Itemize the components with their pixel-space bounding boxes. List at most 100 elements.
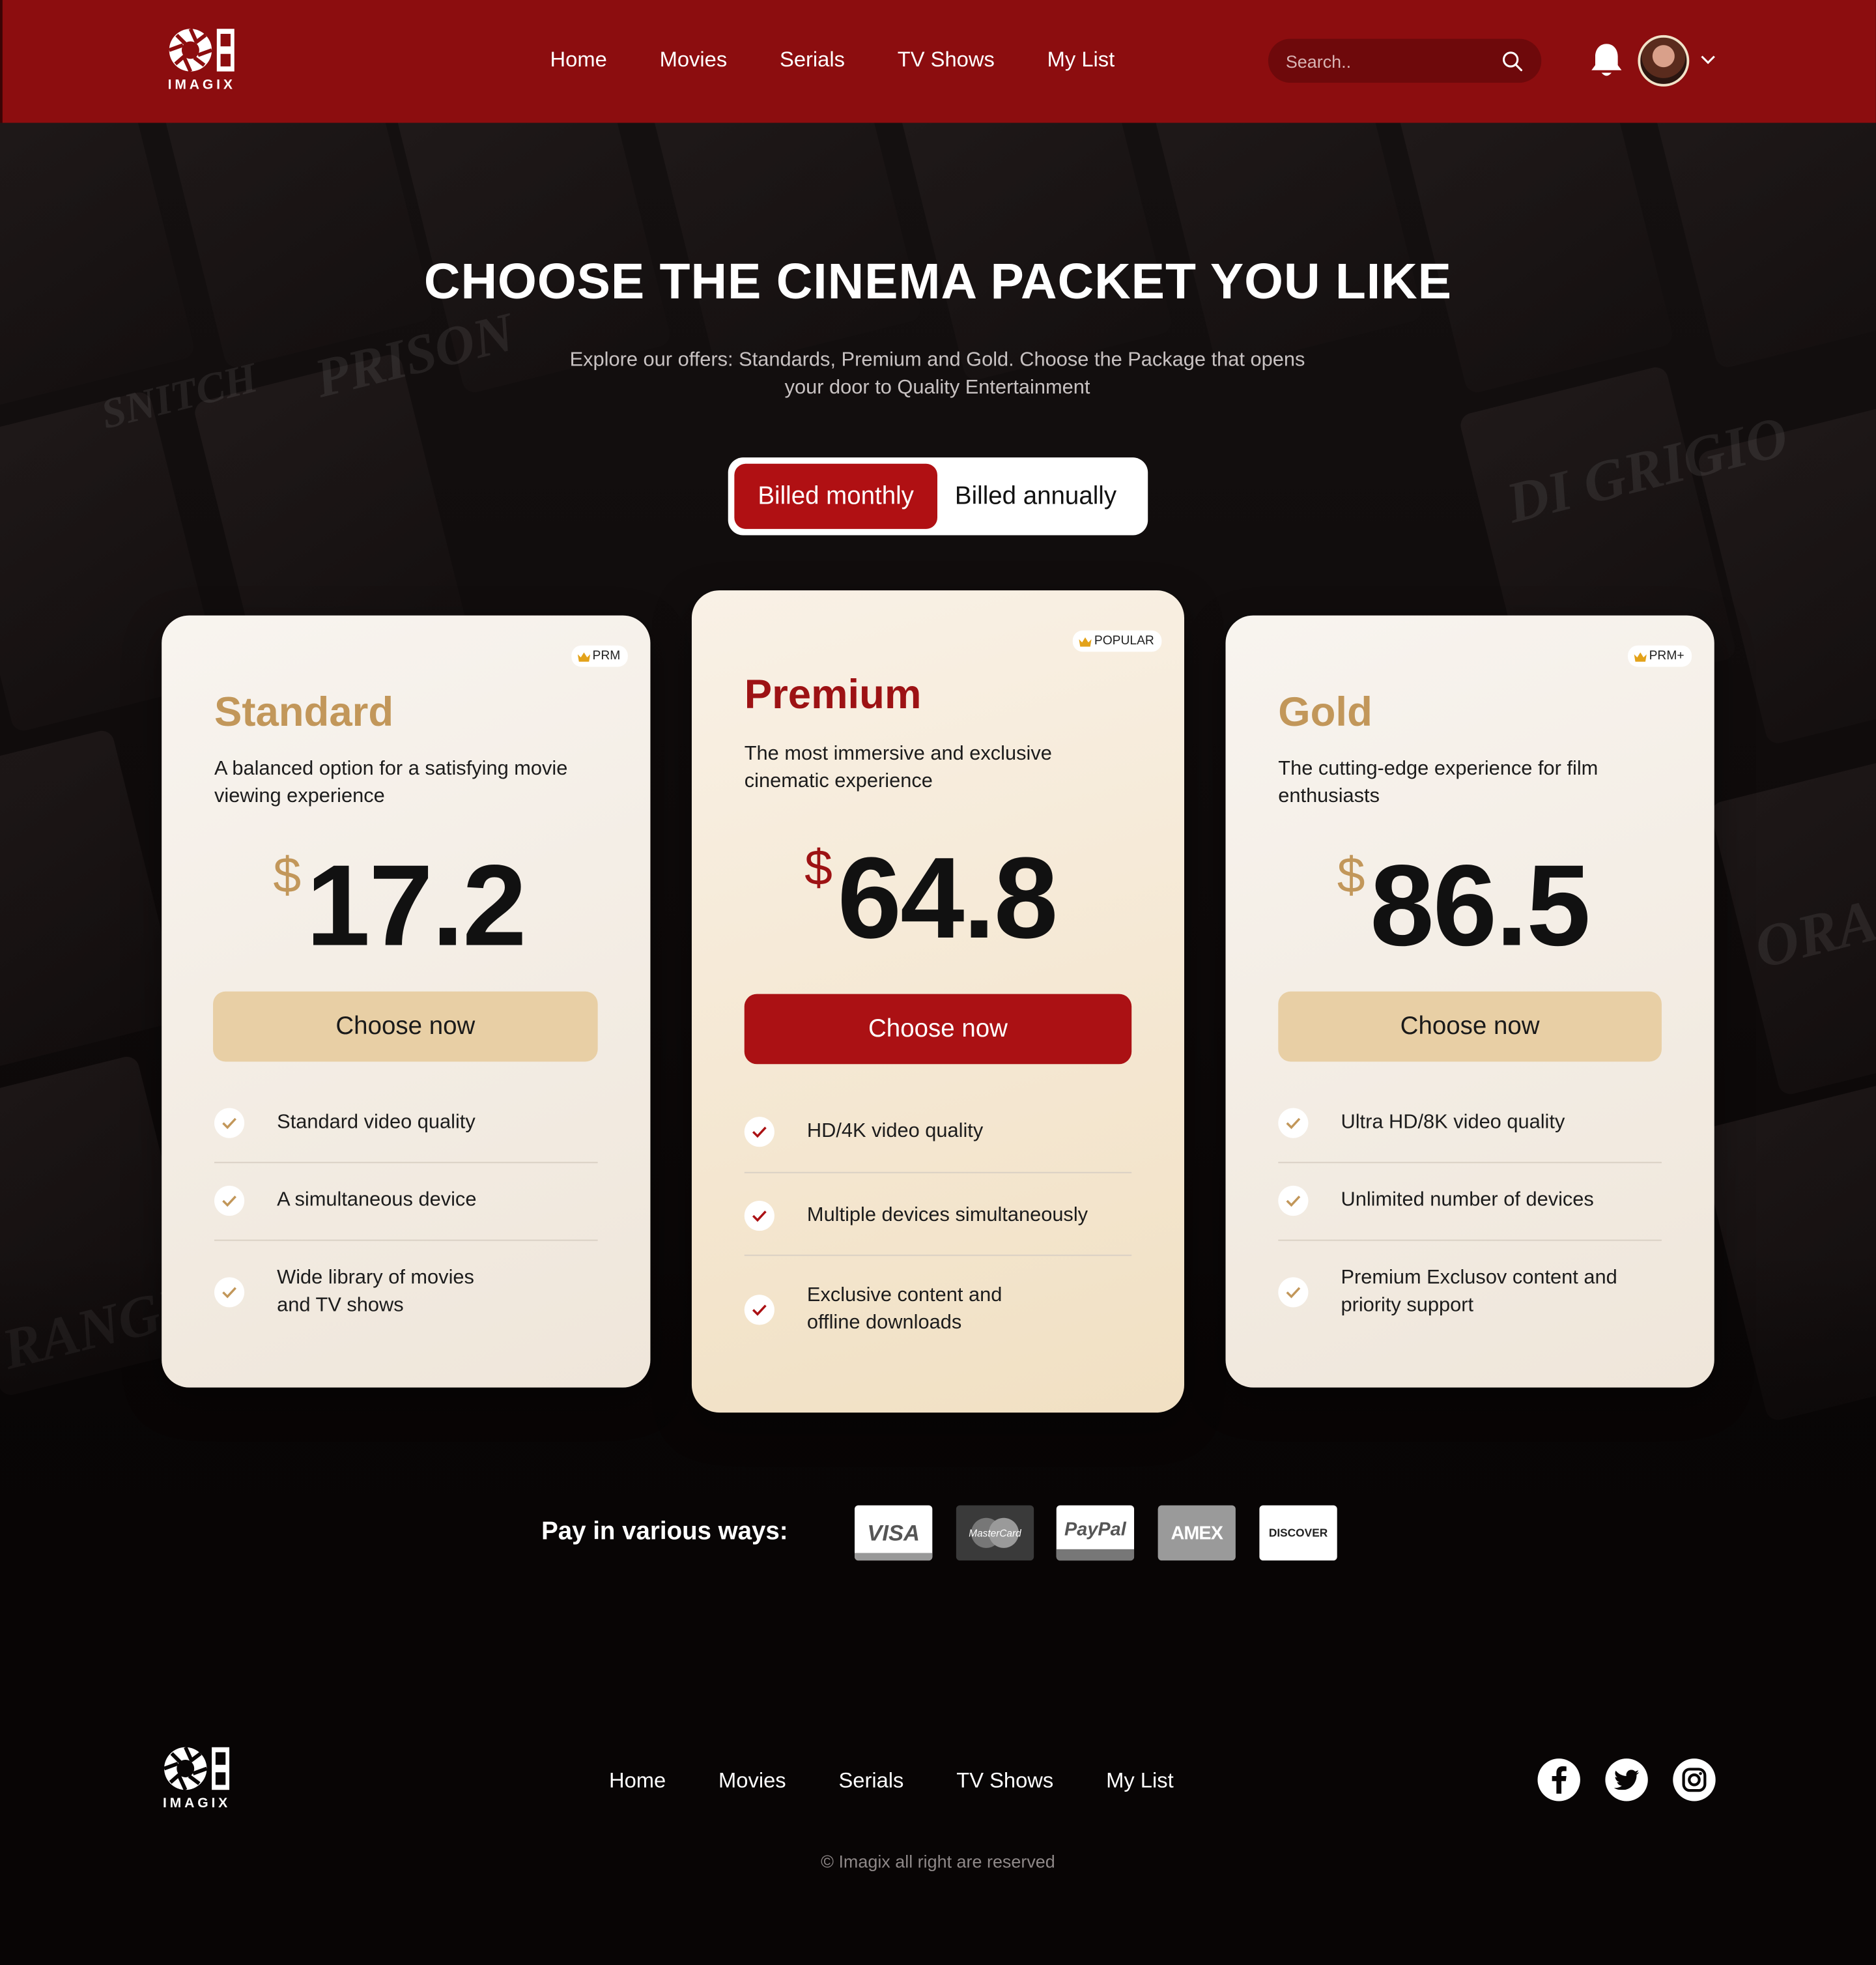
- search-input[interactable]: [1285, 50, 1486, 71]
- check-icon: [214, 1108, 245, 1138]
- user-avatar[interactable]: [1638, 35, 1690, 87]
- imagix-logo-icon: [160, 1743, 233, 1794]
- feature-text: Standard video quality: [277, 1112, 476, 1134]
- feature-divider: [214, 1162, 598, 1164]
- imagix-logo-icon: [165, 25, 238, 75]
- nav-my-list[interactable]: My List: [1047, 48, 1115, 72]
- crown-icon: [1079, 637, 1092, 646]
- plan-name: Gold: [1278, 688, 1372, 735]
- feature-item: Ultra HD/8K video quality: [1278, 1108, 1565, 1138]
- price-value: 17.2: [306, 842, 527, 971]
- feature-divider: [1278, 1162, 1662, 1164]
- plan-description: The cutting-edge experience for film enth…: [1278, 758, 1599, 807]
- check-icon: [744, 1295, 775, 1325]
- paypal-icon: PayPal: [1056, 1505, 1135, 1561]
- mastercard-icon: MasterCard: [956, 1505, 1034, 1561]
- feature-item: A simultaneous device: [214, 1185, 477, 1216]
- twitter-icon[interactable]: [1605, 1758, 1648, 1801]
- plan-card-premium: POPULAR Premium The most immersive and e…: [691, 590, 1184, 1413]
- chevron-down-icon[interactable]: [1699, 53, 1717, 65]
- footer-nav: Home Movies Serials TV Shows My List: [609, 1768, 1227, 1793]
- nav-serials[interactable]: Serials: [780, 48, 845, 72]
- billing-toggle: Billed monthly Billed annually: [728, 457, 1148, 536]
- feature-divider: [1278, 1239, 1662, 1241]
- plan-price: $ 17.2: [273, 842, 527, 971]
- plan-badge: PRM+: [1627, 645, 1692, 667]
- nav-tv-shows[interactable]: TV Shows: [898, 48, 995, 72]
- page-subtitle: Explore our offers: Standards, Premium a…: [549, 347, 1326, 403]
- footer-nav-movies[interactable]: Movies: [718, 1768, 786, 1793]
- plan-name: Premium: [744, 670, 922, 717]
- price-value: 86.5: [1370, 842, 1591, 971]
- amex-icon: AMEX: [1158, 1505, 1236, 1561]
- price-value: 64.8: [837, 835, 1059, 963]
- check-icon: [214, 1277, 245, 1308]
- plan-description: The most immersive and exclusive cinemati…: [744, 743, 1052, 792]
- footer-nav-serials[interactable]: Serials: [838, 1768, 903, 1793]
- search-icon[interactable]: [1501, 50, 1524, 72]
- feature-text: HD/4K video quality: [806, 1120, 984, 1142]
- check-icon: [1278, 1108, 1309, 1138]
- instagram-icon[interactable]: [1673, 1758, 1716, 1801]
- billed-monthly-option[interactable]: Billed monthly: [734, 463, 938, 529]
- footer-nav-home[interactable]: Home: [609, 1768, 666, 1793]
- discover-icon: DISCOVER: [1259, 1505, 1337, 1561]
- plan-card-gold: PRM+ Gold The cutting-edge experience fo…: [1225, 615, 1714, 1388]
- notification-bell-icon[interactable]: [1589, 41, 1624, 79]
- feature-text: Exclusive content and offline downloads: [806, 1284, 1002, 1334]
- feature-text: Premium Exclusov content and priority sup…: [1341, 1267, 1617, 1316]
- subtitle-line-2: your door to Quality Entertainment: [784, 377, 1090, 399]
- feature-item: Wide library of movies and TV shows: [214, 1265, 474, 1320]
- brand-logo[interactable]: IMAGIX: [165, 25, 238, 93]
- nav-home[interactable]: Home: [550, 48, 607, 72]
- plan-description: A balanced option for a satisfying movie…: [214, 758, 568, 807]
- page-title: CHOOSE THE CINEMA PACKET YOU LIKE: [423, 254, 1452, 310]
- copyright-text: © Imagix all right are reserved: [821, 1851, 1055, 1872]
- billed-annually-option[interactable]: Billed annually: [937, 464, 1134, 529]
- visa-card-icon: VISA: [855, 1505, 933, 1561]
- feature-item: Standard video quality: [214, 1108, 476, 1138]
- facebook-icon[interactable]: [1537, 1758, 1580, 1801]
- plan-badge: PRM: [571, 645, 628, 667]
- check-icon: [1278, 1185, 1309, 1216]
- currency-symbol: $: [1337, 848, 1365, 904]
- brand-wordmark: IMAGIX: [167, 78, 236, 93]
- feature-text: Unlimited number of devices: [1341, 1189, 1594, 1211]
- choose-standard-button[interactable]: Choose now: [213, 991, 598, 1062]
- feature-item: HD/4K video quality: [744, 1117, 984, 1147]
- top-header: IMAGIX Home Movies Serials TV Shows My L…: [0, 0, 1876, 123]
- feature-text: A simultaneous device: [277, 1189, 477, 1211]
- choose-gold-button[interactable]: Choose now: [1278, 991, 1662, 1062]
- check-icon: [1278, 1277, 1309, 1308]
- check-icon: [214, 1185, 245, 1216]
- footer-brand-logo[interactable]: IMAGIX: [160, 1743, 233, 1811]
- feature-text: Multiple devices simultaneously: [806, 1204, 1088, 1226]
- plan-card-standard: PRM Standard A balanced option for a sat…: [162, 615, 651, 1388]
- footer-nav-tv-shows[interactable]: TV Shows: [956, 1768, 1053, 1793]
- search-box: [1268, 38, 1542, 83]
- brand-wordmark: IMAGIX: [162, 1796, 231, 1811]
- payment-label: Pay in various ways:: [541, 1517, 788, 1546]
- footer-nav-my-list[interactable]: My List: [1106, 1768, 1174, 1793]
- feature-divider: [744, 1171, 1132, 1173]
- crown-icon: [1634, 652, 1647, 661]
- nav-movies[interactable]: Movies: [660, 48, 728, 72]
- check-icon: [744, 1117, 775, 1147]
- page-root: PRISON SNITCH DI GRIGIO RANGER ORA IMAGI…: [0, 0, 1876, 1965]
- feature-item: Exclusive content and offline downloads: [744, 1282, 1002, 1338]
- feature-divider: [744, 1254, 1132, 1256]
- plan-badge: POPULAR: [1073, 630, 1162, 652]
- currency-symbol: $: [804, 840, 832, 896]
- choose-premium-button[interactable]: Choose now: [744, 994, 1132, 1065]
- main-nav: Home Movies Serials TV Shows My List: [550, 48, 1168, 72]
- plan-price: $ 86.5: [1337, 842, 1591, 971]
- feature-text: Wide library of movies and TV shows: [277, 1267, 474, 1316]
- check-icon: [744, 1201, 775, 1231]
- crown-icon: [577, 652, 590, 661]
- feature-item: Unlimited number of devices: [1278, 1185, 1594, 1216]
- feature-item: Premium Exclusov content and priority sup…: [1278, 1265, 1617, 1320]
- plan-name: Standard: [214, 688, 394, 735]
- feature-divider: [214, 1239, 598, 1241]
- plan-price: $ 64.8: [804, 835, 1059, 963]
- subtitle-line-1: Explore our offers: Standards, Premium a…: [569, 349, 1305, 371]
